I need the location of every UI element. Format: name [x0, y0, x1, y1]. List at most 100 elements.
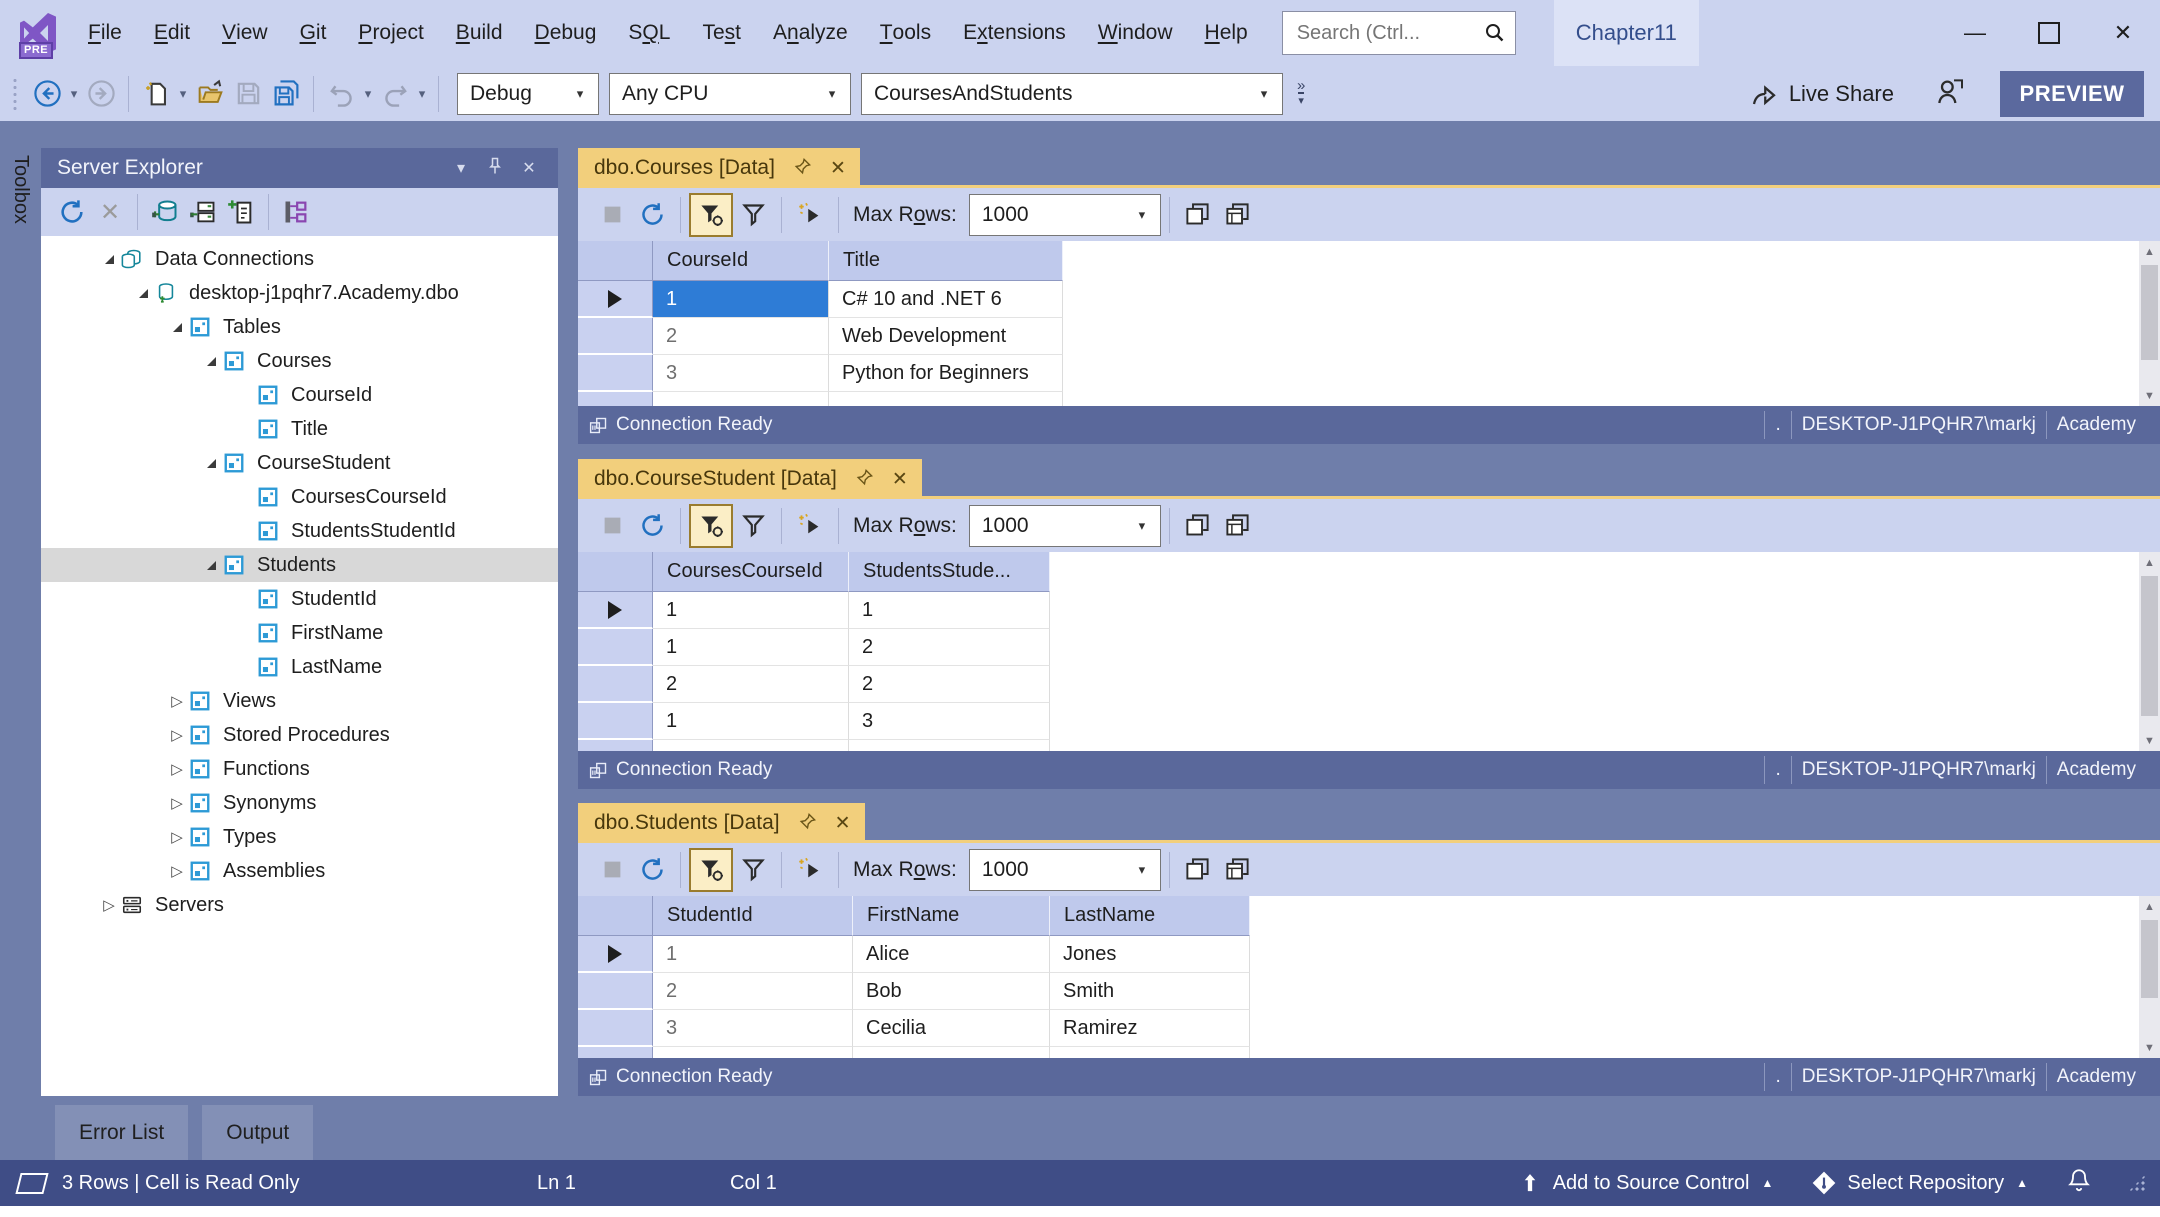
table-row[interactable]: 1AliceJones	[578, 936, 2160, 973]
refresh-button[interactable]	[632, 194, 672, 236]
stop-refresh-button[interactable]: ✕	[91, 192, 129, 232]
filter-advanced-button[interactable]	[689, 193, 733, 237]
grid-cell[interactable]: 2	[653, 666, 849, 703]
table-row[interactable]: 12	[578, 629, 2160, 666]
tree-item-students[interactable]: Students	[41, 548, 558, 582]
navigate-forward-button[interactable]	[82, 74, 120, 114]
row-selector-header[interactable]	[578, 241, 653, 281]
preview-button[interactable]: PREVIEW	[2000, 71, 2144, 117]
table-row[interactable]: 3CeciliaRamirez	[578, 1010, 2160, 1047]
grid-cell[interactable]: Web Development	[829, 318, 1063, 355]
toolbar-drag-grip[interactable]	[12, 77, 18, 111]
grid-cell[interactable]: 1	[653, 592, 849, 629]
menu-edit[interactable]: Edit	[138, 0, 206, 66]
grid-cell[interactable]: 3	[849, 703, 1050, 740]
row-selector[interactable]	[578, 740, 653, 751]
table-row[interactable]: 2Web Development	[578, 318, 2160, 355]
row-selector-header[interactable]	[578, 896, 653, 936]
new-row-placeholder[interactable]	[578, 392, 2160, 406]
row-selector[interactable]	[578, 392, 653, 406]
live-share-button[interactable]: Live Share	[1749, 79, 1894, 109]
row-selector[interactable]	[578, 592, 653, 629]
table-row[interactable]: 3Python for Beginners	[578, 355, 2160, 392]
row-selector[interactable]	[578, 936, 653, 973]
search-input[interactable]	[1295, 21, 1483, 46]
collapsed-arrow-icon[interactable]: ▷	[165, 828, 189, 846]
filter-button[interactable]	[733, 505, 773, 547]
table-row[interactable]: 2BobSmith	[578, 973, 2160, 1010]
undo-button[interactable]	[322, 74, 360, 114]
menu-analyze[interactable]: Analyze	[757, 0, 864, 66]
new-file-button[interactable]	[137, 74, 175, 114]
row-selector[interactable]	[578, 281, 653, 318]
toolbar-overflow-button[interactable]: »▾	[1297, 79, 1305, 108]
expanded-arrow-icon[interactable]	[199, 556, 223, 574]
filter-button[interactable]	[733, 849, 773, 891]
refresh-button[interactable]	[53, 192, 91, 232]
pin-icon[interactable]	[798, 812, 817, 837]
collapsed-arrow-icon[interactable]: ▷	[97, 896, 121, 914]
tree-item-title[interactable]: Title	[41, 412, 558, 446]
grid-cell[interactable]: 1	[653, 936, 853, 973]
grid-cell[interactable]: 1	[653, 629, 849, 666]
table-row[interactable]: 13	[578, 703, 2160, 740]
grid-cell[interactable]: 1	[653, 703, 849, 740]
show-results-pane-button[interactable]	[1218, 505, 1258, 547]
menu-help[interactable]: Help	[1189, 0, 1264, 66]
expanded-arrow-icon[interactable]	[131, 284, 155, 302]
background-tasks-icon[interactable]	[15, 1173, 48, 1194]
show-script-pane-button[interactable]	[1178, 849, 1218, 891]
grid-cell[interactable]: 2	[849, 629, 1050, 666]
tree-item-views[interactable]: ▷Views	[41, 684, 558, 718]
panel-menu-icon[interactable]: ▾	[444, 158, 478, 178]
grid-cell[interactable]: Jones	[1050, 936, 1250, 973]
column-header-firstname[interactable]: FirstName	[853, 896, 1050, 936]
solution-name[interactable]: Chapter11	[1554, 0, 1699, 66]
show-script-pane-button[interactable]	[1178, 194, 1218, 236]
column-header-coursescourseid[interactable]: CoursesCourseId	[653, 552, 849, 592]
menu-window[interactable]: Window	[1082, 0, 1189, 66]
pin-icon[interactable]	[855, 468, 874, 493]
tree-item-servers[interactable]: ▷Servers	[41, 888, 558, 922]
column-header-studentid[interactable]: StudentId	[653, 896, 853, 936]
collapsed-arrow-icon[interactable]: ▷	[165, 760, 189, 778]
navigate-back-button[interactable]	[28, 74, 66, 114]
startup-project-combo[interactable]: CoursesAndStudents ▾	[861, 73, 1283, 115]
collapsed-arrow-icon[interactable]: ▷	[165, 692, 189, 710]
scroll-down-icon[interactable]: ▼	[2139, 385, 2160, 406]
hierarchy-view-button[interactable]	[277, 192, 315, 232]
document-tab[interactable]: dbo.Students [Data] ✕	[578, 803, 865, 843]
scroll-up-icon[interactable]: ▲	[2139, 552, 2160, 573]
row-selector[interactable]	[578, 973, 653, 1010]
tree-item-data-connections[interactable]: Data Connections	[41, 242, 558, 276]
new-row-placeholder[interactable]	[578, 1047, 2160, 1058]
expanded-arrow-icon[interactable]	[97, 250, 121, 268]
stop-button[interactable]	[592, 505, 632, 547]
grid-cell[interactable]	[653, 1047, 853, 1058]
grid-cell[interactable]	[849, 740, 1050, 751]
tab-output[interactable]: Output	[202, 1105, 313, 1160]
add-item-button[interactable]	[222, 192, 260, 232]
menu-sql[interactable]: SQL	[612, 0, 686, 66]
stop-button[interactable]	[592, 849, 632, 891]
minimize-button[interactable]: —	[1938, 0, 2012, 66]
grid-cell[interactable]: Python for Beginners	[829, 355, 1063, 392]
expanded-arrow-icon[interactable]	[199, 454, 223, 472]
column-header-courseid[interactable]: CourseId	[653, 241, 829, 281]
row-selector[interactable]	[578, 629, 653, 666]
toolbox-tab[interactable]: Toolbox	[9, 155, 32, 224]
grid-cell[interactable]: Bob	[853, 973, 1050, 1010]
connect-server-button[interactable]	[184, 192, 222, 232]
document-tab[interactable]: dbo.CourseStudent [Data] ✕	[578, 459, 922, 499]
pin-icon[interactable]	[478, 156, 512, 181]
refresh-button[interactable]	[632, 505, 672, 547]
run-script-button[interactable]	[790, 194, 830, 236]
show-results-pane-button[interactable]	[1218, 849, 1258, 891]
table-row[interactable]: 11	[578, 592, 2160, 629]
grid-cell[interactable]: Smith	[1050, 973, 1250, 1010]
tree-item-courseid[interactable]: CourseId	[41, 378, 558, 412]
tree-item-assemblies[interactable]: ▷Assemblies	[41, 854, 558, 888]
back-history-caret[interactable]: ▾	[66, 86, 82, 102]
row-selector[interactable]	[578, 1047, 653, 1058]
collapsed-arrow-icon[interactable]: ▷	[165, 862, 189, 880]
